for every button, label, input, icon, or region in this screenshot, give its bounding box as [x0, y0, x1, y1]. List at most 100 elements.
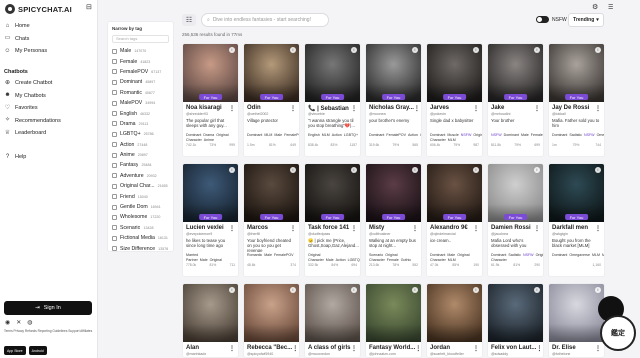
card-tag[interactable]: Anime	[204, 138, 214, 142]
card-tag[interactable]: English	[308, 133, 320, 137]
card-tag[interactable]: Dominant	[186, 133, 201, 137]
tag-option[interactable]: Gentle Dom 16941	[108, 202, 173, 212]
tag-checkbox[interactable]	[112, 100, 117, 106]
sign-in-button[interactable]: ⇥ Sign In	[4, 301, 92, 315]
card-tag[interactable]: Sadistic	[508, 253, 521, 257]
x-icon[interactable]: ✕	[16, 319, 21, 326]
nav-my-chatbots[interactable]: ☻ My Chatbots	[4, 90, 94, 103]
tag-checkbox[interactable]	[112, 225, 117, 231]
tag-checkbox[interactable]	[112, 194, 117, 200]
card-creator[interactable]: @mccoxedon	[305, 352, 360, 356]
chatbot-card[interactable]: i For You Jarves ⋮ @pokecin Single dad x baby…	[426, 43, 483, 157]
more-options-icon[interactable]: ⋮	[292, 345, 298, 352]
more-options-icon[interactable]: ⋮	[595, 105, 601, 112]
card-tag[interactable]: Dominant	[491, 253, 506, 257]
info-icon[interactable]: i	[534, 167, 540, 173]
chatbot-card[interactable]: i For You Marcos ⋮ @iherfill Your boyfriend c…	[243, 163, 300, 277]
info-icon[interactable]: i	[351, 287, 357, 293]
tag-option[interactable]: Romantic 40877	[108, 88, 173, 98]
tag-checkbox[interactable]	[112, 79, 117, 85]
more-options-icon[interactable]: ⋮	[534, 225, 540, 232]
more-options-icon[interactable]: ⋮	[290, 105, 296, 112]
card-tag[interactable]: FemalePOV	[274, 253, 294, 257]
info-icon[interactable]: i	[595, 167, 601, 173]
more-options-icon[interactable]: ⋮	[412, 225, 418, 232]
card-tag[interactable]: Male	[274, 133, 282, 137]
more-options-icon[interactable]: ⋮	[473, 225, 479, 232]
chatbot-card[interactable]: i For You Misty ⋮ @odifroakner Walking at an …	[365, 163, 422, 277]
collapse-sidebar-icon[interactable]: ⊟	[86, 3, 92, 11]
nav-favorites[interactable]: ♡ Favorites	[4, 102, 94, 115]
card-tag[interactable]: Male	[264, 253, 272, 257]
tag-checkbox[interactable]	[112, 90, 117, 96]
card-tag[interactable]: Married Partner	[186, 253, 198, 262]
nsfw-switch[interactable]	[536, 16, 549, 23]
card-tag[interactable]: Muscle	[447, 133, 458, 137]
user-menu-icon[interactable]: ☰	[608, 4, 613, 11]
nav-help[interactable]: ? Help	[4, 151, 94, 164]
more-options-icon[interactable]: ⋮	[414, 105, 420, 112]
more-options-icon[interactable]: ⋮	[534, 105, 540, 112]
nav-leaderboard[interactable]: ♕ Leaderboard	[4, 127, 94, 140]
card-tag[interactable]: Male	[200, 258, 208, 262]
info-icon[interactable]: i	[290, 47, 296, 53]
sort-dropdown[interactable]: Trending ▾	[568, 13, 604, 27]
tag-option[interactable]: MalePOV 34994	[108, 98, 173, 108]
tag-checkbox[interactable]	[112, 48, 117, 54]
tag-checkbox[interactable]	[112, 235, 117, 241]
tag-option[interactable]: English 46332	[108, 108, 173, 118]
logo[interactable]: SPICYCHAT.AI	[5, 4, 72, 14]
card-tag[interactable]: Sadistic	[569, 133, 582, 137]
tag-option[interactable]: Scenario 13428	[108, 223, 173, 233]
info-icon[interactable]: i	[534, 47, 540, 53]
card-tag[interactable]: Romantic	[247, 253, 262, 257]
tag-checkbox[interactable]	[112, 111, 117, 117]
card-tag[interactable]: Dominant	[552, 133, 567, 137]
tag-option[interactable]: Dominant 45897	[108, 77, 173, 87]
android-badge[interactable]: Android	[28, 346, 47, 355]
info-icon[interactable]: i	[412, 287, 418, 293]
more-options-icon[interactable]: ⋮	[595, 225, 601, 232]
card-tag[interactable]: Omegaverse	[597, 133, 604, 137]
search-bar[interactable]: ⌕ Dive into endless fantasies - start se…	[201, 13, 329, 27]
card-creator[interactable]: @marinkadx	[183, 352, 238, 356]
chatbot-card[interactable]: i For You Odin ⋮ @oethel2002 Village protecto…	[243, 43, 300, 157]
info-icon[interactable]: i	[412, 47, 418, 53]
tag-option[interactable]: Fictional Media 16131	[108, 233, 173, 243]
info-icon[interactable]: i	[595, 287, 601, 293]
settings-icon[interactable]: ⚙	[592, 3, 598, 11]
more-options-icon[interactable]: ⋮	[290, 225, 296, 232]
card-tag[interactable]: Dominant	[430, 133, 445, 137]
card-tag[interactable]: Dominant	[430, 253, 445, 257]
tag-checkbox[interactable]	[112, 142, 117, 148]
tag-option[interactable]: Drama 29113	[108, 119, 173, 129]
reddit-icon[interactable]: ◍	[27, 319, 32, 326]
tag-search-input[interactable]: Search tags	[112, 35, 169, 43]
search-input[interactable]: Dive into endless fantasies - start sear…	[213, 17, 311, 23]
card-tag[interactable]: NSFW	[584, 133, 595, 137]
chatbot-card[interactable]: i Jordan ⋮ @scarlett_bloodfeller	[426, 283, 483, 358]
tag-option[interactable]: Anime 20897	[108, 150, 173, 160]
card-tag[interactable]: Dominant	[504, 133, 519, 137]
card-tag[interactable]: NSFW	[491, 133, 502, 137]
info-icon[interactable]: i	[412, 167, 418, 173]
info-icon[interactable]: i	[229, 287, 235, 293]
tag-option[interactable]: Friend 15040	[108, 191, 173, 201]
tag-checkbox[interactable]	[112, 214, 117, 220]
card-tag[interactable]: Original Character	[308, 253, 324, 262]
tag-checkbox[interactable]	[112, 152, 117, 158]
card-creator[interactable]: @johnzatzn.com	[366, 352, 421, 356]
card-tag[interactable]: Dominant	[369, 133, 384, 137]
card-tag[interactable]: MLM	[322, 133, 330, 137]
tag-option[interactable]: LGBTQ+ 25786	[108, 129, 173, 139]
tag-checkbox[interactable]	[112, 183, 117, 189]
card-tag[interactable]: LGBTQ+	[344, 133, 358, 137]
chatbot-card[interactable]: i Dr. Elise ⋮ @fothelone	[548, 283, 605, 358]
nav-home[interactable]: ⌂ Home	[4, 20, 94, 33]
card-tag[interactable]: Female	[387, 258, 399, 262]
card-tag[interactable]: FemalePOV	[531, 133, 543, 137]
nsfw-toggle[interactable]: NSFW	[536, 16, 567, 23]
tag-checkbox[interactable]	[112, 69, 117, 75]
more-options-icon[interactable]: ⋮	[595, 345, 601, 352]
nav-recommendations[interactable]: ✧ Recommendations	[4, 115, 94, 128]
